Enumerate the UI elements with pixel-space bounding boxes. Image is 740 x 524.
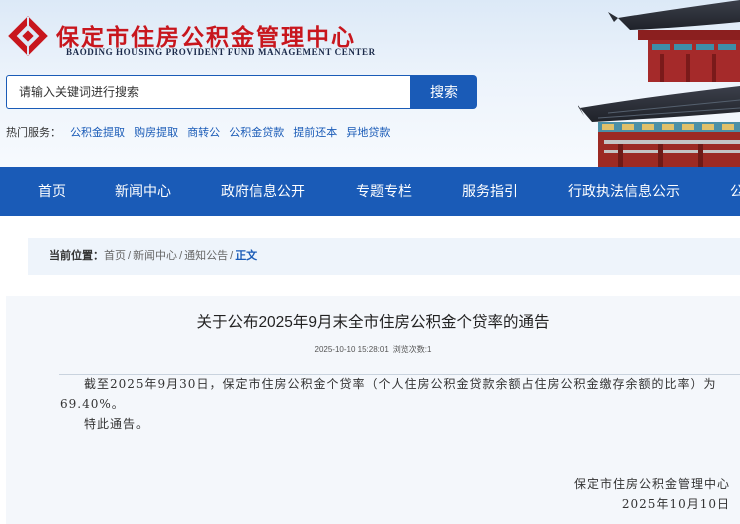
article-views-label: 浏览次数:	[392, 345, 428, 354]
logo-icon	[8, 16, 48, 56]
article-views-count: 1	[427, 345, 432, 354]
article-title: 关于公布2025年9月末全市住房公积金个贷率的通告	[196, 314, 550, 331]
article-body: 截至2025年9月30日，保定市住房公积金个贷率（个人住房公积金贷款余额占住房公…	[60, 374, 732, 434]
article-signature-block: 保定市住房公积金管理中心 2025年10月10日	[574, 474, 730, 514]
article-date: 2025年10月10日	[621, 497, 730, 511]
hot-services: 热门服务： 公积金提取 购房提取 商转公 公积金贷款 提前还本 异地贷款	[6, 124, 396, 140]
nav-item-news-center[interactable]: 新闻中心	[115, 167, 171, 216]
nav-item-law-enforcement-info[interactable]: 行政执法信息公示	[568, 167, 680, 216]
nav-item-special-topics[interactable]: 专题专栏	[356, 167, 412, 216]
search-input[interactable]	[6, 75, 411, 109]
breadcrumb-separator: /	[230, 250, 234, 262]
breadcrumb: 当前位置：首页 / 新闻中心 / 通知公告 / 正文	[28, 238, 740, 275]
article-paragraph: 特此通告。	[84, 417, 150, 431]
hot-link-fund-loan[interactable]: 公积金贷款	[229, 127, 284, 139]
nav-item-gov-info-disclosure[interactable]: 政府信息公开	[221, 167, 305, 216]
hot-link-house-purchase-withdrawal[interactable]: 购房提取	[134, 127, 178, 139]
hot-services-label: 热门服务：	[6, 127, 61, 139]
breadcrumb-label: 当前位置：	[49, 250, 104, 262]
ancient-building-image	[578, 0, 740, 167]
site-subtitle: BAODING HOUSING PROVIDENT FUND MANAGEMEN…	[66, 47, 376, 57]
hot-link-fund-withdrawal[interactable]: 公积金提取	[70, 127, 125, 139]
breadcrumb-separator: /	[128, 250, 132, 262]
breadcrumb-separator: /	[179, 250, 183, 262]
nav-item-home[interactable]: 首页	[38, 167, 66, 216]
article-signature: 保定市住房公积金管理中心	[573, 477, 730, 491]
article-meta: 2025-10-10 15:28:01 浏览次数:1	[6, 344, 740, 355]
breadcrumb-current: 正文	[235, 250, 258, 262]
hot-link-remote-loan[interactable]: 异地贷款	[346, 127, 390, 139]
search-button[interactable]: 搜索	[411, 75, 477, 109]
nav-item-truncated[interactable]: 公	[730, 167, 740, 216]
hot-link-commercial-to-fund-loan[interactable]: 商转公	[187, 127, 220, 139]
breadcrumb-notices[interactable]: 通知公告	[184, 250, 228, 262]
nav-item-service-guide[interactable]: 服务指引	[462, 167, 518, 216]
article-paragraph: 截至2025年9月30日，保定市住房公积金个贷率（个人住房公积金贷款余额占住房公…	[60, 377, 717, 411]
main-nav: 首页 新闻中心 政府信息公开 专题专栏 服务指引 行政执法信息公示 公	[0, 167, 740, 216]
breadcrumb-home[interactable]: 首页	[104, 250, 126, 262]
article-datetime: 2025-10-10 15:28:01	[314, 345, 389, 354]
article-panel: 关于公布2025年9月末全市住房公积金个贷率的通告 2025-10-10 15:…	[6, 296, 740, 524]
site-header: 保定市住房公积金管理中心 BAODING HOUSING PROVIDENT F…	[0, 0, 740, 167]
breadcrumb-news-center[interactable]: 新闻中心	[133, 250, 177, 262]
hot-link-early-repayment[interactable]: 提前还本	[293, 127, 337, 139]
